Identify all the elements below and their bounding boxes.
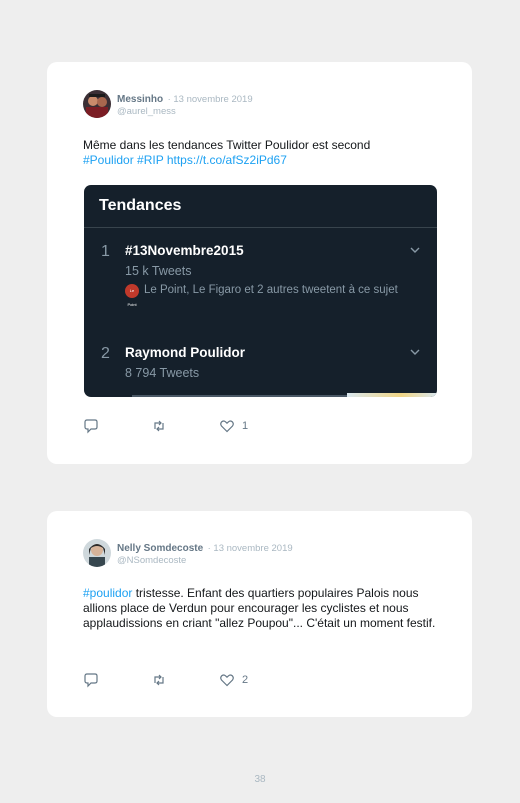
like-button[interactable]: 1 (219, 418, 287, 434)
chevron-down-icon (410, 349, 420, 355)
trend-name: Raymond Poulidor (125, 345, 246, 360)
like-count: 1 (242, 420, 249, 432)
tweet-card-2: Nelly Somdecoste · 13 novembre 2019 @NSo… (47, 511, 472, 717)
reply-icon (84, 673, 98, 688)
retweet-button[interactable] (151, 672, 219, 688)
trend-count: 8 794 Tweets (125, 366, 200, 380)
avatar[interactable] (83, 90, 111, 118)
trend-rank: 1 (101, 243, 110, 260)
retweet-icon (154, 420, 164, 432)
tweet-actions: 1 (83, 418, 287, 434)
author-handle[interactable]: @aurel_mess (117, 106, 253, 118)
avatar[interactable] (83, 539, 111, 567)
trend-meta: Le Point, Le Figaro et 2 autres tweetent… (144, 284, 398, 296)
divider (84, 227, 437, 228)
tweet-card-1: Messinho · 13 novembre 2019 @aurel_mess … (47, 62, 472, 464)
tweet-actions: 2 (83, 672, 287, 688)
like-button[interactable]: 2 (219, 672, 287, 688)
retweet-icon (154, 674, 164, 686)
reply-button[interactable] (83, 672, 151, 688)
tweet-text: #poulidor tristesse. Enfant des quartier… (83, 586, 445, 631)
chevron-down-icon (410, 247, 420, 253)
embedded-image-trends[interactable]: Tendances 1 #13Novembre2015 15 k Tweets … (84, 185, 437, 397)
trends-title: Tendances (99, 197, 182, 214)
tweet-date[interactable]: · 13 novembre 2019 (168, 94, 253, 105)
tweet-links[interactable]: #Poulidor #RIP https://t.co/afSz2iPd67 (83, 153, 445, 168)
heart-icon (220, 674, 234, 687)
heart-icon (220, 420, 234, 433)
tweet-text: Même dans les tendances Twitter Poulidor… (83, 138, 445, 168)
le-point-logo: Le Point (125, 284, 139, 307)
page-number: 38 (254, 774, 266, 785)
author-handle[interactable]: @NSomdecoste (117, 555, 293, 567)
trend-name: #13Novembre2015 (125, 243, 244, 258)
retweet-button[interactable] (151, 418, 219, 434)
author-name[interactable]: Nelly Somdecoste (117, 543, 203, 554)
like-count: 2 (242, 674, 249, 686)
trend-count: 15 k Tweets (125, 264, 192, 278)
tweet-body: tristesse. Enfant des quartiers populair… (83, 586, 436, 630)
tweet-header: Messinho · 13 novembre 2019 @aurel_mess (83, 90, 253, 118)
hashtag-link[interactable]: #poulidor (83, 586, 132, 600)
photo-strip (347, 393, 437, 397)
author-name[interactable]: Messinho (117, 94, 163, 105)
tweet-date[interactable]: · 13 novembre 2019 (208, 543, 293, 554)
trend-rank: 2 (101, 345, 110, 362)
tweet-body: Même dans les tendances Twitter Poulidor… (83, 138, 371, 152)
reply-button[interactable] (83, 418, 151, 434)
tweet-header: Nelly Somdecoste · 13 novembre 2019 @NSo… (83, 539, 293, 567)
reply-icon (84, 419, 98, 434)
